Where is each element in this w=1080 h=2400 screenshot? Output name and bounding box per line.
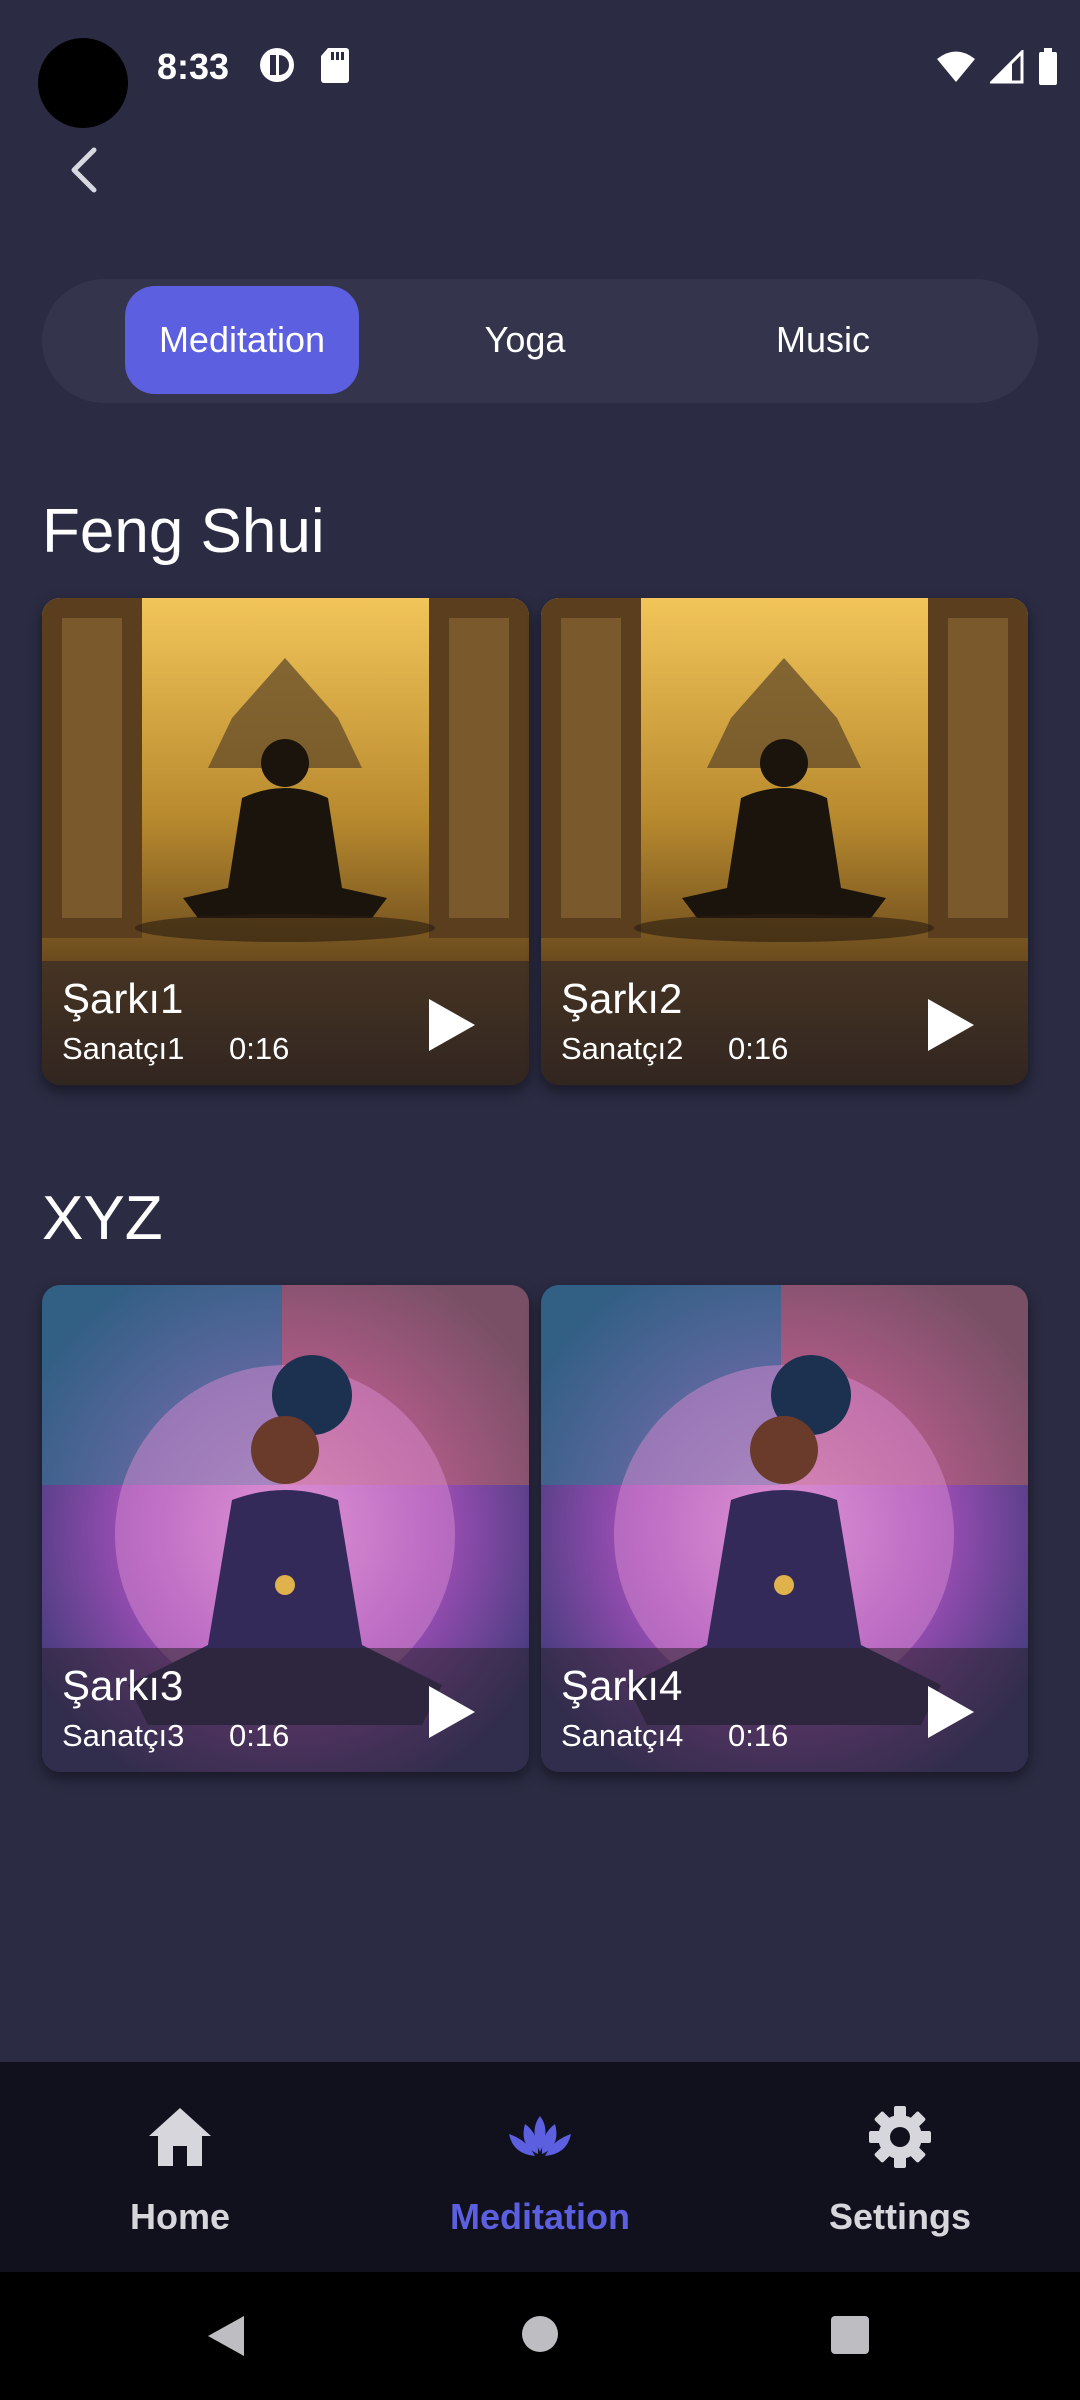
song-artist: Sanatçı3 [62,1718,185,1753]
vpn-icon [260,48,294,82]
lotus-icon [509,2116,571,2156]
system-navigation-bar [0,2272,1080,2400]
tab-meditation[interactable]: Meditation [125,286,359,394]
section-title: XYZ [42,1184,163,1253]
system-home-button[interactable] [520,2314,560,2354]
signal-icon [990,50,1024,84]
wifi-icon [937,51,975,82]
status-time: 8:33 [157,46,230,87]
back-button[interactable] [60,140,110,200]
camera-cutout [38,38,128,128]
section-title: Feng Shui [42,497,325,566]
nav-meditation[interactable]: Meditation [390,2062,690,2272]
nav-label: Meditation [450,2196,630,2237]
song-artist: Sanatçı4 [561,1718,684,1753]
nav-label: Settings [828,2196,971,2237]
song-card[interactable]: Şarkı1 Sanatçı1 0:16 [42,598,529,1085]
battery-icon [1039,48,1057,85]
song-artist: Sanatçı1 [62,1031,185,1066]
category-tabs: Meditation Yoga Music [42,279,1038,403]
song-title: Şarkı4 [561,1662,683,1709]
song-duration: 0:16 [229,1031,290,1066]
song-title: Şarkı1 [62,975,184,1022]
nav-settings[interactable]: Settings [750,2062,1050,2272]
home-icon [149,2108,211,2166]
tab-music[interactable]: Music [706,286,940,394]
bottom-navigation: Home Meditation Settings [0,2062,1080,2272]
status-bar: 8:33 [0,0,1080,140]
song-artist: Sanatçı2 [561,1031,684,1066]
song-card[interactable]: Şarkı4 Sanatçı4 0:16 [541,1285,1028,1772]
song-title: Şarkı3 [62,1662,184,1709]
tab-yoga[interactable]: Yoga [408,286,642,394]
gear-icon [869,2106,931,2168]
play-icon[interactable] [423,1682,479,1742]
song-duration: 0:16 [728,1718,789,1753]
system-recents-button[interactable] [830,2315,870,2355]
song-duration: 0:16 [728,1031,789,1066]
song-duration: 0:16 [229,1718,290,1753]
nav-label: Home [129,2196,231,2237]
play-icon[interactable] [922,1682,978,1742]
system-back-button[interactable] [204,2312,248,2360]
sd-card-icon [321,48,349,83]
song-title: Şarkı2 [561,975,683,1022]
nav-home[interactable]: Home [30,2062,330,2272]
play-icon[interactable] [423,995,479,1055]
song-card[interactable]: Şarkı3 Sanatçı3 0:16 [42,1285,529,1772]
play-icon[interactable] [922,995,978,1055]
song-card[interactable]: Şarkı2 Sanatçı2 0:16 [541,598,1028,1085]
